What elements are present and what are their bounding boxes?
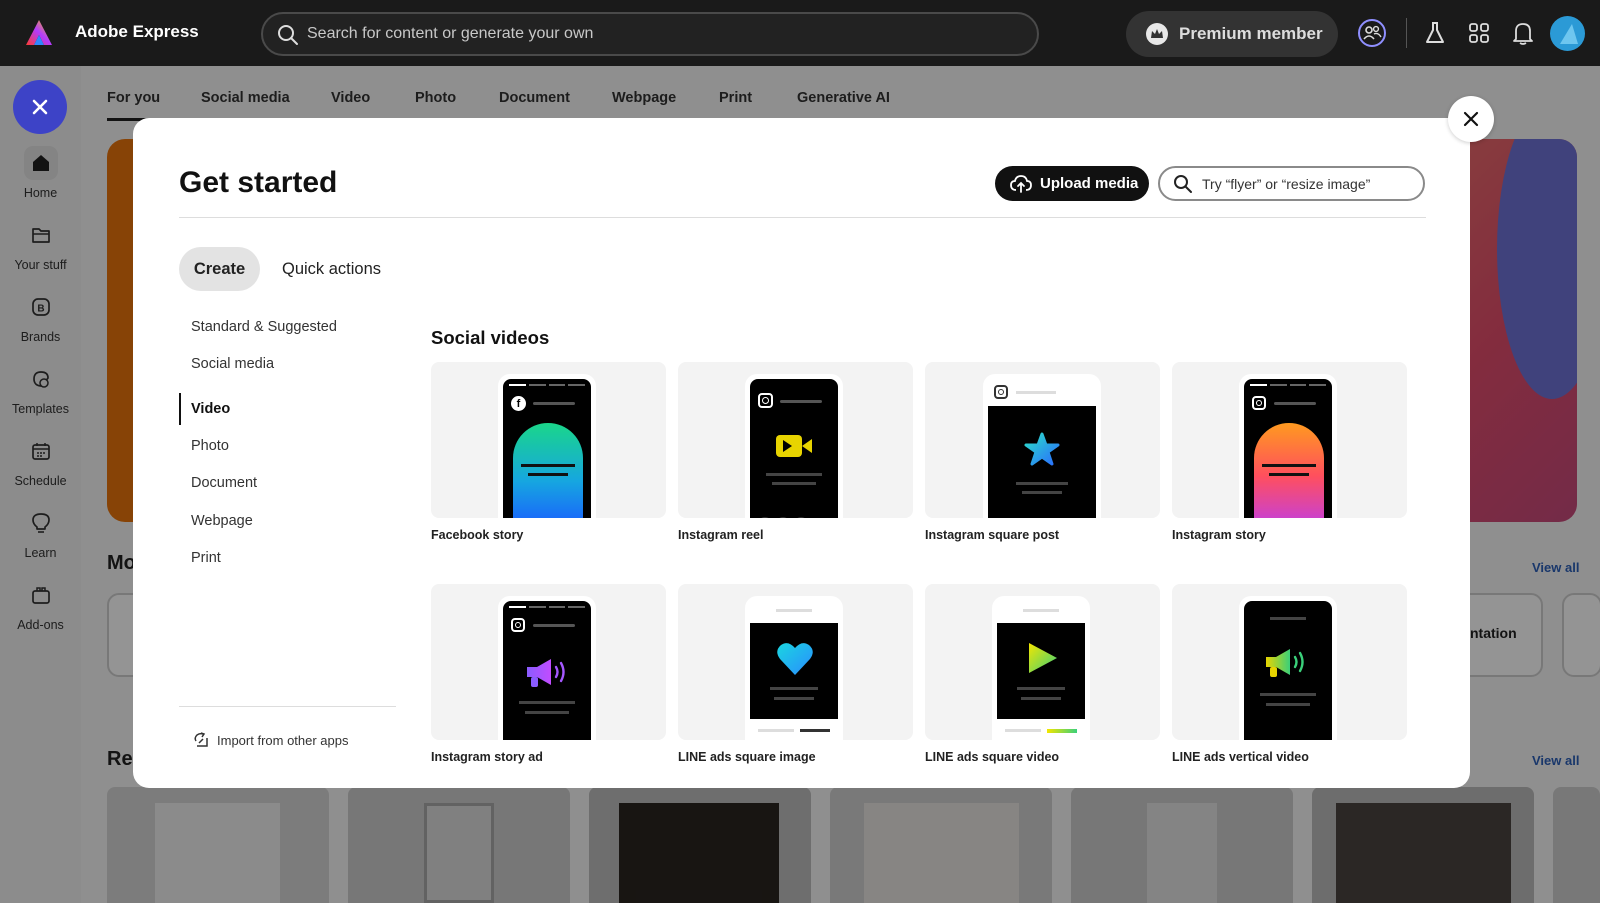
instagram-icon: [994, 385, 1008, 399]
category-video[interactable]: Video: [191, 401, 230, 417]
template-card-instagram-story-ad[interactable]: Instagram story ad: [431, 584, 666, 764]
import-icon: [193, 732, 209, 748]
import-from-other-apps-link[interactable]: Import from other apps: [193, 732, 349, 748]
template-label: Instagram story ad: [431, 750, 543, 764]
upload-media-button[interactable]: Upload media: [995, 166, 1149, 201]
import-label: Import from other apps: [217, 732, 349, 748]
instagram-icon: [1252, 396, 1266, 410]
category-document[interactable]: Document: [191, 475, 257, 491]
upload-label: Upload media: [1040, 175, 1139, 192]
category-standard-suggested[interactable]: Standard & Suggested: [191, 319, 337, 335]
search-input[interactable]: [307, 20, 1007, 48]
section-title: Social videos: [431, 327, 550, 348]
template-label: Instagram story: [1172, 528, 1266, 542]
template-card-facebook-story[interactable]: f Facebook story: [431, 362, 666, 542]
modal-title: Get started: [179, 166, 338, 199]
template-card-line-ads-square-video[interactable]: LINE ads square video: [925, 584, 1160, 764]
divider: [179, 706, 396, 707]
template-preview: f: [431, 362, 666, 518]
template-preview: [678, 584, 913, 740]
template-preview: [925, 584, 1160, 740]
template-label: Instagram reel: [678, 528, 764, 542]
heart-icon: [777, 643, 813, 675]
adobe-express-logo-icon[interactable]: [24, 18, 54, 48]
template-preview: [925, 362, 1160, 518]
category-webpage[interactable]: Webpage: [191, 513, 253, 529]
category-photo[interactable]: Photo: [191, 438, 229, 454]
template-label: LINE ads square video: [925, 750, 1060, 764]
modal-close-button[interactable]: [1448, 96, 1494, 142]
template-label: LINE ads vertical video: [1172, 750, 1309, 764]
share-people-icon[interactable]: [1357, 18, 1387, 48]
template-card-instagram-square-post[interactable]: Instagram square post: [925, 362, 1160, 542]
get-started-modal: Get started Upload media Create Quick ac…: [133, 118, 1470, 788]
template-preview: [1172, 362, 1407, 518]
template-label: Facebook story: [431, 528, 524, 542]
close-create-button[interactable]: [13, 80, 67, 134]
template-card-line-ads-square-image[interactable]: LINE ads square image: [678, 584, 913, 764]
template-card-line-ads-vertical-video[interactable]: LINE ads vertical video: [1172, 584, 1407, 764]
notifications-bell-icon[interactable]: [1508, 18, 1538, 48]
divider: [179, 217, 1426, 218]
search-icon: [278, 25, 298, 45]
phone-mockup: [745, 596, 843, 740]
play-icon: [1029, 643, 1057, 673]
tab-quick-actions[interactable]: Quick actions: [282, 247, 381, 291]
close-icon: [32, 99, 48, 115]
premium-label: Premium member: [1179, 24, 1323, 43]
apps-grid-icon[interactable]: [1464, 18, 1494, 48]
modal-search-input[interactable]: [1202, 173, 1412, 195]
phone-mockup: [983, 374, 1101, 518]
template-card-instagram-reel[interactable]: Instagram reel: [678, 362, 913, 542]
megaphone-icon: [1266, 649, 1304, 677]
facebook-icon: f: [511, 396, 526, 411]
template-preview: [431, 584, 666, 740]
search-icon: [1174, 175, 1192, 193]
phone-mockup: [1239, 374, 1337, 518]
header-divider: [1406, 18, 1407, 48]
star-icon: [1024, 432, 1060, 466]
category-print[interactable]: Print: [191, 550, 221, 566]
top-bar: Adobe Express Premium member: [0, 0, 1600, 66]
template-label: Instagram square post: [925, 528, 1060, 542]
template-preview: [1172, 584, 1407, 740]
cloud-upload-icon: [1010, 174, 1032, 193]
crown-icon: [1146, 23, 1168, 45]
phone-mockup: [992, 596, 1090, 740]
phone-mockup: [1239, 596, 1337, 740]
close-icon: [1463, 111, 1479, 127]
tab-create[interactable]: Create: [179, 247, 260, 291]
flask-icon[interactable]: [1420, 18, 1450, 48]
phone-mockup: [498, 596, 596, 740]
category-social-media[interactable]: Social media: [191, 356, 274, 372]
megaphone-icon: [527, 659, 565, 687]
avatar[interactable]: [1550, 16, 1585, 51]
instagram-icon: [758, 393, 773, 408]
instagram-icon: [511, 618, 525, 632]
modal-search[interactable]: [1158, 166, 1425, 201]
template-card-instagram-story[interactable]: Instagram story: [1172, 362, 1407, 542]
premium-member-button[interactable]: Premium member: [1126, 11, 1338, 57]
active-category-indicator: [179, 393, 181, 425]
phone-mockup: [745, 374, 843, 518]
global-search[interactable]: [261, 12, 1039, 56]
phone-mockup: f: [498, 374, 596, 518]
template-label: LINE ads square image: [678, 750, 816, 764]
template-preview: [678, 362, 913, 518]
app-title[interactable]: Adobe Express: [75, 22, 199, 42]
